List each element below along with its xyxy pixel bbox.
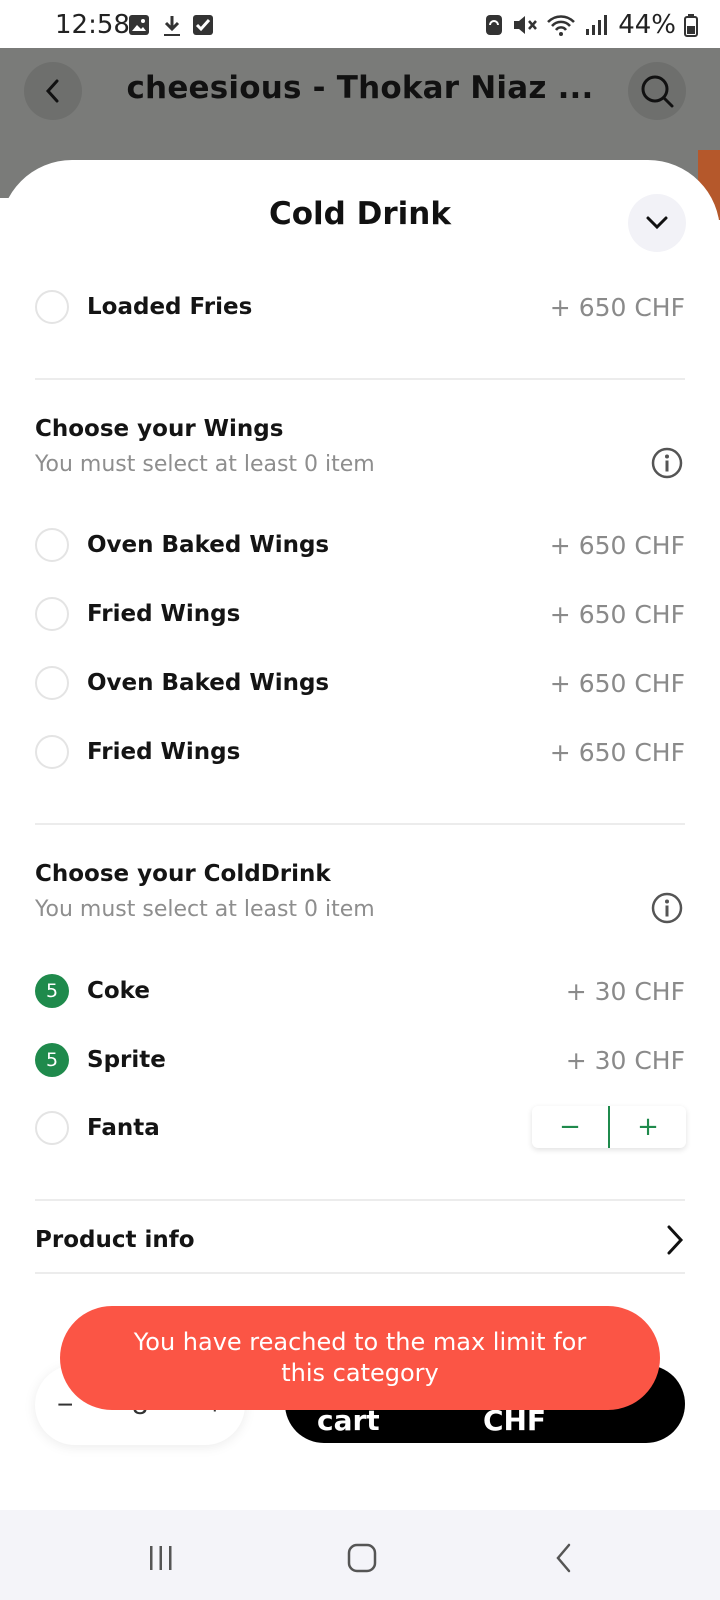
status-bar: 12:58 44% — [0, 0, 720, 48]
chevron-down-icon — [646, 216, 668, 230]
system-navigation-bar — [0, 1510, 720, 1600]
wings-group-subtitle: You must select at least 0 item — [35, 452, 375, 477]
signal-icon — [586, 15, 608, 35]
increment-button[interactable]: + — [610, 1112, 686, 1142]
home-icon — [347, 1543, 377, 1573]
option-label: Oven Baked Wings — [87, 670, 330, 696]
download-icon — [164, 16, 180, 36]
option-price: + 650 CHF — [549, 530, 685, 560]
option-row-fried-wings-2[interactable]: Fried Wings + 650 CHF — [35, 732, 685, 772]
fanta-quantity-stepper: − + — [532, 1106, 686, 1148]
restaurant-title: cheesious - Thokar Niaz ... — [126, 70, 594, 106]
colddrink-group-title: Choose your ColdDrink — [35, 861, 331, 887]
sheet-title: Cold Drink — [269, 196, 451, 232]
divider — [35, 823, 685, 825]
option-row-sprite[interactable]: 5 Sprite + 30 CHF — [35, 1040, 685, 1080]
image-icon — [129, 15, 149, 35]
status-time: 12:58 — [55, 10, 130, 40]
option-row-coke[interactable]: 5 Coke + 30 CHF — [35, 971, 685, 1011]
quantity-badge[interactable]: 5 — [35, 1043, 69, 1077]
option-label: Loaded Fries — [87, 294, 253, 320]
info-icon[interactable] — [650, 891, 684, 925]
system-back-button[interactable] — [544, 1538, 584, 1578]
option-price: + 650 CHF — [549, 599, 685, 629]
option-price: + 650 CHF — [549, 668, 685, 698]
option-row-oven-baked-wings-2[interactable]: Oven Baked Wings + 650 CHF — [35, 663, 685, 703]
recent-apps-button[interactable] — [141, 1538, 181, 1578]
sync-icon — [486, 15, 503, 35]
option-row-loaded-fries[interactable]: Loaded Fries + 650 CHF — [35, 287, 685, 327]
wifi-icon — [547, 15, 576, 36]
home-button[interactable] — [342, 1538, 382, 1578]
option-row-oven-baked-wings[interactable]: Oven Baked Wings + 650 CHF — [35, 525, 685, 565]
checkbox-icon — [193, 15, 213, 35]
radio-button[interactable] — [35, 597, 69, 631]
battery-percent: 44% — [618, 10, 676, 40]
decrement-button[interactable]: − — [532, 1112, 608, 1142]
battery-icon — [684, 14, 698, 37]
divider — [35, 1199, 685, 1201]
search-button[interactable] — [628, 62, 686, 120]
back-icon — [556, 1543, 571, 1573]
quantity-badge[interactable]: 5 — [35, 974, 69, 1008]
option-price: + 650 CHF — [549, 737, 685, 767]
back-button[interactable] — [24, 62, 82, 120]
radio-button[interactable] — [35, 528, 69, 562]
option-label: Fanta — [87, 1115, 160, 1141]
radio-button[interactable] — [35, 666, 69, 700]
radio-button[interactable] — [35, 1111, 69, 1145]
option-row-fried-wings[interactable]: Fried Wings + 650 CHF — [35, 594, 685, 634]
divider — [35, 378, 685, 380]
recent-apps-icon — [150, 1546, 172, 1570]
collapse-button[interactable] — [628, 194, 686, 252]
option-price: + 30 CHF — [565, 976, 685, 1006]
product-info-row[interactable]: Product info — [35, 1218, 685, 1262]
option-label: Sprite — [87, 1047, 166, 1073]
max-limit-toast: You have reached to the max limit for th… — [60, 1306, 660, 1410]
radio-button[interactable] — [35, 735, 69, 769]
mute-icon — [514, 16, 538, 34]
chevron-right-icon — [667, 1225, 684, 1255]
chevron-left-icon — [45, 79, 59, 103]
option-label: Fried Wings — [87, 601, 241, 627]
cart-decrement-button[interactable]: − — [57, 1389, 73, 1421]
product-info-label: Product info — [35, 1227, 195, 1253]
option-price: + 650 CHF — [549, 292, 685, 322]
colddrink-group-subtitle: You must select at least 0 item — [35, 897, 375, 922]
option-price: + 30 CHF — [565, 1045, 685, 1075]
option-label: Fried Wings — [87, 739, 241, 765]
option-label: Coke — [87, 978, 150, 1004]
status-right: 44% — [484, 10, 698, 40]
search-icon — [641, 75, 674, 108]
radio-button[interactable] — [35, 290, 69, 324]
option-label: Oven Baked Wings — [87, 532, 330, 558]
wings-group-title: Choose your Wings — [35, 416, 284, 442]
divider — [35, 1272, 685, 1274]
info-icon[interactable] — [650, 446, 684, 480]
